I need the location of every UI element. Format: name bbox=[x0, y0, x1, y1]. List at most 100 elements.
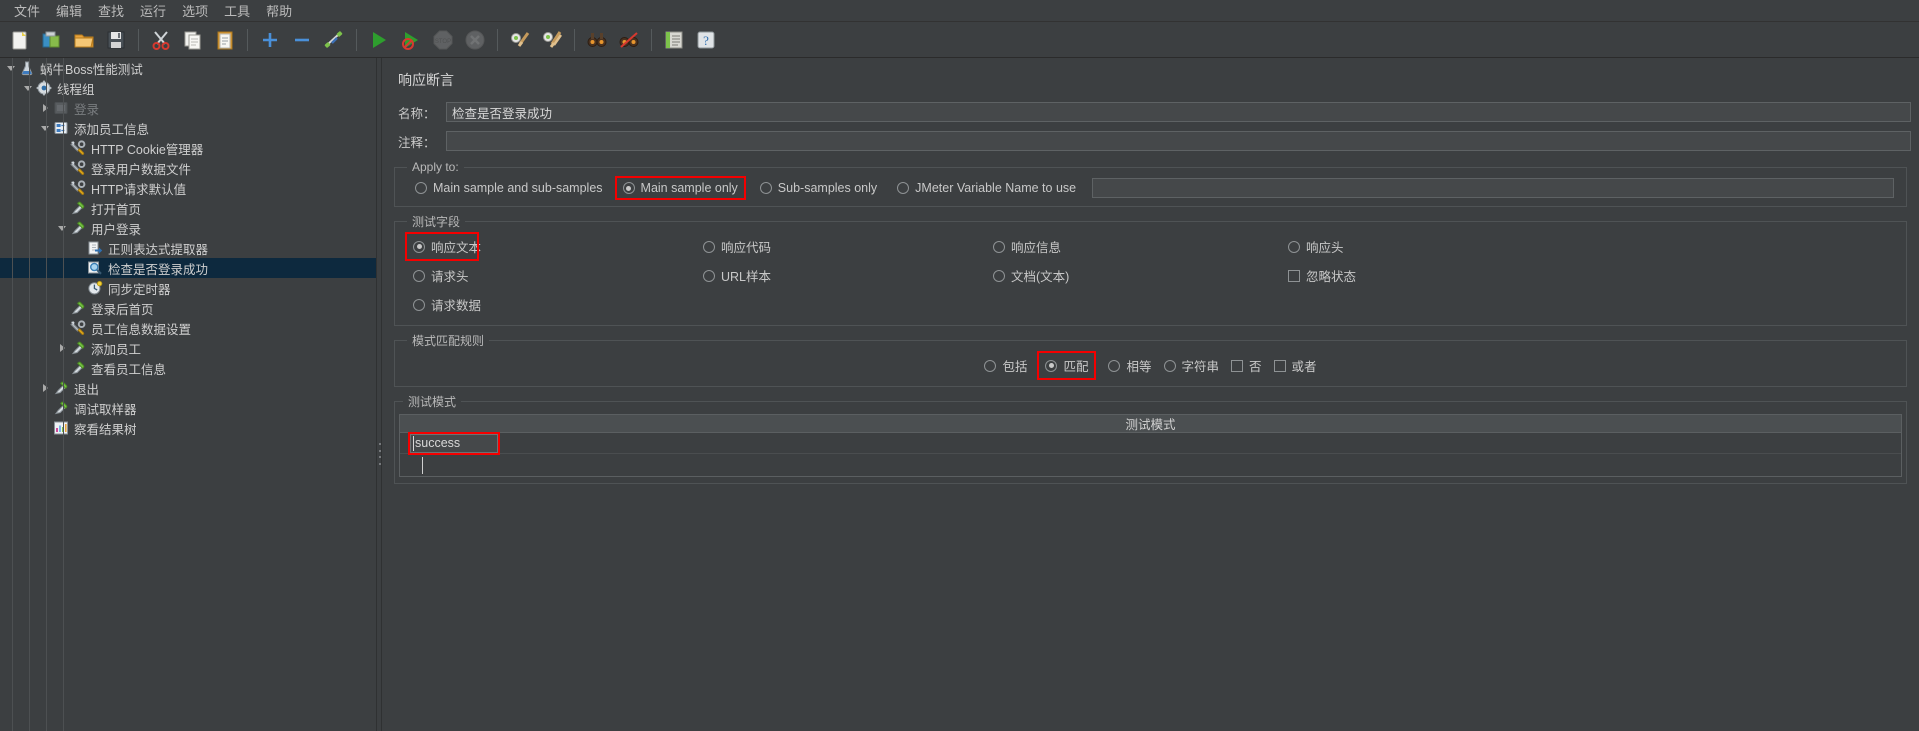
menu-item-options[interactable]: 选项 bbox=[174, 0, 216, 22]
tree-arrow-placeholder bbox=[72, 258, 86, 278]
radio-substring[interactable]: 字符串 bbox=[1158, 353, 1226, 378]
search-binoculars-icon[interactable] bbox=[583, 26, 611, 54]
copy-icon[interactable] bbox=[179, 26, 207, 54]
shutdown-icon[interactable] bbox=[461, 26, 489, 54]
option-label: 文档(文本) bbox=[1011, 270, 1070, 284]
tree-node[interactable]: 登录后首页 bbox=[0, 298, 376, 318]
tree-node[interactable]: HTTP Cookie管理器 bbox=[0, 138, 376, 158]
radio-indicator bbox=[413, 269, 425, 282]
tree-node[interactable]: 打开首页 bbox=[0, 198, 376, 218]
chevron-right-icon[interactable] bbox=[55, 338, 69, 358]
menu-item-run[interactable]: 运行 bbox=[132, 0, 174, 22]
test-pattern-cell-editor[interactable]: success bbox=[408, 431, 500, 455]
radio-response-headers[interactable]: 响应头 bbox=[1282, 234, 1898, 259]
tree-node[interactable]: 用户登录 bbox=[0, 218, 376, 238]
tree-node-label: 察看结果树 bbox=[74, 422, 137, 437]
tree-node[interactable]: 正则表达式提取器 bbox=[0, 238, 376, 258]
http-sampler-icon bbox=[69, 339, 87, 357]
radio-response-text[interactable]: 响应文本 bbox=[405, 232, 481, 261]
radio-jmeter-variable-name[interactable]: JMeter Variable Name to use bbox=[891, 178, 1082, 198]
split-divider[interactable] bbox=[376, 58, 382, 731]
radio-response-code[interactable]: 响应代码 bbox=[697, 234, 987, 259]
menu-item-help[interactable]: 帮助 bbox=[258, 0, 300, 22]
save-icon[interactable] bbox=[102, 26, 130, 54]
menu-item-search[interactable]: 查找 bbox=[90, 0, 132, 22]
paste-clipboard-icon[interactable] bbox=[211, 26, 239, 54]
chevron-down-icon[interactable] bbox=[4, 58, 18, 78]
clear-all-icon[interactable] bbox=[538, 26, 566, 54]
radio-indicator bbox=[1108, 359, 1121, 372]
help-icon[interactable]: ? bbox=[692, 26, 720, 54]
name-input[interactable] bbox=[446, 102, 1911, 122]
tree-node[interactable]: 察看结果树 bbox=[0, 418, 376, 438]
tree-node[interactable]: 查看员工信息 bbox=[0, 358, 376, 378]
templates-icon[interactable] bbox=[38, 26, 66, 54]
radio-request-data[interactable]: 请求数据 bbox=[407, 292, 697, 317]
tree-arrow-placeholder bbox=[55, 298, 69, 318]
tree-node[interactable]: 线程组 bbox=[0, 78, 376, 98]
radio-document-text[interactable]: 文档(文本) bbox=[987, 263, 1282, 288]
tree-arrow-placeholder bbox=[55, 158, 69, 178]
tree-node[interactable]: 同步定时器 bbox=[0, 278, 376, 298]
run-no-timers-icon[interactable] bbox=[397, 26, 425, 54]
tree-node[interactable]: 员工信息数据设置 bbox=[0, 318, 376, 338]
apply-to-options: Main sample and sub-samples Main sample … bbox=[403, 176, 1898, 200]
tree-node[interactable]: 添加员工 bbox=[0, 338, 376, 358]
chevron-down-icon[interactable] bbox=[38, 118, 52, 138]
checkbox-ignore-status[interactable]: 忽略状态 bbox=[1282, 263, 1898, 288]
clear-icon[interactable] bbox=[506, 26, 534, 54]
menu-item-edit[interactable]: 编辑 bbox=[48, 0, 90, 22]
tree-node[interactable]: 调试取样器 bbox=[0, 398, 376, 418]
tree-node-label: 退出 bbox=[74, 382, 100, 397]
stop-icon[interactable]: STOP bbox=[429, 26, 457, 54]
radio-main-sample-only[interactable]: Main sample only bbox=[614, 176, 746, 200]
jmeter-variable-input[interactable] bbox=[1092, 178, 1894, 198]
tree-node[interactable]: 登录 bbox=[0, 98, 376, 118]
tree-guide-line bbox=[63, 58, 64, 731]
run-start-icon[interactable] bbox=[365, 26, 393, 54]
table-row[interactable]: success bbox=[400, 431, 1901, 455]
toolbar-separator bbox=[651, 28, 652, 51]
comment-input[interactable] bbox=[446, 131, 1911, 151]
reset-search-icon[interactable] bbox=[615, 26, 643, 54]
post-processor-icon bbox=[86, 239, 104, 257]
cut-scissors-icon[interactable] bbox=[147, 26, 175, 54]
radio-contains[interactable]: 包括 bbox=[978, 353, 1033, 378]
option-label: JMeter Variable Name to use bbox=[915, 181, 1077, 195]
tree-node[interactable]: 退出 bbox=[0, 378, 376, 398]
tree-node[interactable]: 添加员工信息 bbox=[0, 118, 376, 138]
menu-item-file[interactable]: 文件 bbox=[6, 0, 48, 22]
expand-plus-icon[interactable] bbox=[256, 26, 284, 54]
chevron-down-icon[interactable] bbox=[21, 78, 35, 98]
chevron-right-icon[interactable] bbox=[38, 378, 52, 398]
radio-equals[interactable]: 相等 bbox=[1102, 353, 1157, 378]
chevron-right-icon[interactable] bbox=[38, 98, 52, 118]
jmeter-window: 文件 编辑 查找 运行 选项 工具 帮助 STOP ? 蜗牛Boss性能测试 线… bbox=[0, 0, 1919, 731]
new-file-icon[interactable] bbox=[6, 26, 34, 54]
tree-node[interactable]: HTTP请求默认值 bbox=[0, 178, 376, 198]
radio-response-message[interactable]: 响应信息 bbox=[987, 234, 1282, 259]
checkbox-not[interactable]: 否 bbox=[1225, 353, 1268, 378]
radio-url-sample[interactable]: URL样本 bbox=[697, 263, 987, 288]
tree-arrow-placeholder bbox=[38, 398, 52, 418]
checkbox-indicator bbox=[1231, 359, 1244, 372]
test-plan-tree[interactable]: 蜗牛Boss性能测试 线程组 登录 添加员工信息 HTTP Cookie管理器 登录用户数… bbox=[0, 58, 376, 731]
menu-item-tools[interactable]: 工具 bbox=[216, 0, 258, 22]
radio-matches[interactable]: 匹配 bbox=[1037, 351, 1097, 380]
test-patterns-column-header[interactable]: 测试模式 bbox=[399, 414, 1902, 433]
toggle-enable-icon[interactable] bbox=[320, 26, 348, 54]
checkbox-or[interactable]: 或者 bbox=[1268, 353, 1323, 378]
tree-node[interactable]: 蜗牛Boss性能测试 bbox=[0, 58, 376, 78]
chevron-down-icon[interactable] bbox=[55, 218, 69, 238]
test-patterns-table[interactable]: success bbox=[399, 431, 1902, 477]
radio-sub-samples-only[interactable]: Sub-samples only bbox=[754, 178, 883, 198]
collapse-minus-icon[interactable] bbox=[288, 26, 316, 54]
tree-node[interactable]: 登录用户数据文件 bbox=[0, 158, 376, 178]
radio-main-sample-and-sub-samples[interactable]: Main sample and sub-samples bbox=[409, 178, 609, 198]
radio-request-headers[interactable]: 请求头 bbox=[407, 263, 697, 288]
tree-node[interactable]: 检查是否登录成功 bbox=[0, 258, 376, 278]
tree-node-label: 打开首页 bbox=[91, 202, 142, 217]
function-helper-icon[interactable] bbox=[660, 26, 688, 54]
open-folder-icon[interactable] bbox=[70, 26, 98, 54]
divider-grip[interactable] bbox=[378, 443, 382, 465]
